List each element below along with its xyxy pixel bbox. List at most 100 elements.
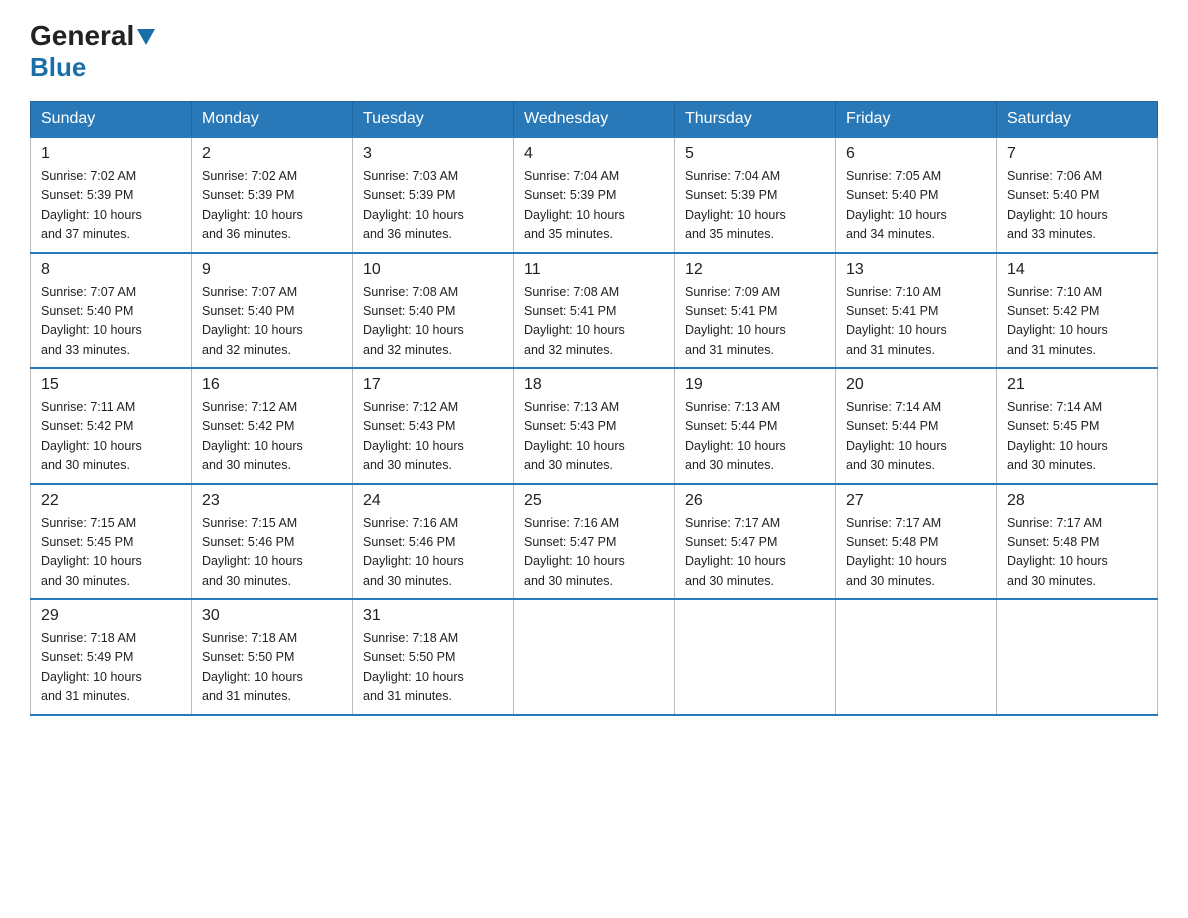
day-cell: 18 Sunrise: 7:13 AMSunset: 5:43 PMDaylig… [514, 368, 675, 484]
day-info: Sunrise: 7:17 AMSunset: 5:48 PMDaylight:… [846, 514, 986, 592]
day-number: 26 [685, 492, 825, 510]
day-number: 15 [41, 376, 181, 394]
day-cell: 8 Sunrise: 7:07 AMSunset: 5:40 PMDayligh… [31, 253, 192, 369]
logo: General Blue [30, 20, 155, 83]
day-cell: 12 Sunrise: 7:09 AMSunset: 5:41 PMDaylig… [675, 253, 836, 369]
day-number: 21 [1007, 376, 1147, 394]
day-number: 25 [524, 492, 664, 510]
col-header-wednesday: Wednesday [514, 102, 675, 138]
day-cell [997, 599, 1158, 715]
day-cell: 5 Sunrise: 7:04 AMSunset: 5:39 PMDayligh… [675, 137, 836, 253]
day-cell: 28 Sunrise: 7:17 AMSunset: 5:48 PMDaylig… [997, 484, 1158, 600]
day-number: 12 [685, 261, 825, 279]
logo-general: General [30, 20, 155, 52]
day-cell: 16 Sunrise: 7:12 AMSunset: 5:42 PMDaylig… [192, 368, 353, 484]
day-cell: 1 Sunrise: 7:02 AMSunset: 5:39 PMDayligh… [31, 137, 192, 253]
day-info: Sunrise: 7:07 AMSunset: 5:40 PMDaylight:… [202, 283, 342, 361]
day-cell: 9 Sunrise: 7:07 AMSunset: 5:40 PMDayligh… [192, 253, 353, 369]
day-cell: 15 Sunrise: 7:11 AMSunset: 5:42 PMDaylig… [31, 368, 192, 484]
calendar-table: SundayMondayTuesdayWednesdayThursdayFrid… [30, 101, 1158, 716]
day-number: 2 [202, 145, 342, 163]
col-header-friday: Friday [836, 102, 997, 138]
day-info: Sunrise: 7:08 AMSunset: 5:41 PMDaylight:… [524, 283, 664, 361]
day-cell: 3 Sunrise: 7:03 AMSunset: 5:39 PMDayligh… [353, 137, 514, 253]
day-cell: 17 Sunrise: 7:12 AMSunset: 5:43 PMDaylig… [353, 368, 514, 484]
day-cell: 14 Sunrise: 7:10 AMSunset: 5:42 PMDaylig… [997, 253, 1158, 369]
day-number: 20 [846, 376, 986, 394]
day-number: 30 [202, 607, 342, 625]
day-info: Sunrise: 7:10 AMSunset: 5:41 PMDaylight:… [846, 283, 986, 361]
day-number: 14 [1007, 261, 1147, 279]
day-info: Sunrise: 7:14 AMSunset: 5:45 PMDaylight:… [1007, 398, 1147, 476]
day-info: Sunrise: 7:14 AMSunset: 5:44 PMDaylight:… [846, 398, 986, 476]
day-cell: 7 Sunrise: 7:06 AMSunset: 5:40 PMDayligh… [997, 137, 1158, 253]
day-number: 13 [846, 261, 986, 279]
col-header-thursday: Thursday [675, 102, 836, 138]
day-number: 18 [524, 376, 664, 394]
logo-arrow-icon [137, 32, 155, 50]
day-cell: 30 Sunrise: 7:18 AMSunset: 5:50 PMDaylig… [192, 599, 353, 715]
day-info: Sunrise: 7:09 AMSunset: 5:41 PMDaylight:… [685, 283, 825, 361]
day-number: 8 [41, 261, 181, 279]
day-cell: 29 Sunrise: 7:18 AMSunset: 5:49 PMDaylig… [31, 599, 192, 715]
col-header-saturday: Saturday [997, 102, 1158, 138]
day-info: Sunrise: 7:18 AMSunset: 5:50 PMDaylight:… [363, 629, 503, 707]
day-cell [675, 599, 836, 715]
day-info: Sunrise: 7:06 AMSunset: 5:40 PMDaylight:… [1007, 167, 1147, 245]
day-info: Sunrise: 7:03 AMSunset: 5:39 PMDaylight:… [363, 167, 503, 245]
day-number: 24 [363, 492, 503, 510]
day-number: 17 [363, 376, 503, 394]
week-row-3: 15 Sunrise: 7:11 AMSunset: 5:42 PMDaylig… [31, 368, 1158, 484]
col-header-tuesday: Tuesday [353, 102, 514, 138]
day-info: Sunrise: 7:13 AMSunset: 5:44 PMDaylight:… [685, 398, 825, 476]
col-header-monday: Monday [192, 102, 353, 138]
day-number: 16 [202, 376, 342, 394]
week-row-2: 8 Sunrise: 7:07 AMSunset: 5:40 PMDayligh… [31, 253, 1158, 369]
day-info: Sunrise: 7:02 AMSunset: 5:39 PMDaylight:… [202, 167, 342, 245]
day-cell: 25 Sunrise: 7:16 AMSunset: 5:47 PMDaylig… [514, 484, 675, 600]
day-info: Sunrise: 7:05 AMSunset: 5:40 PMDaylight:… [846, 167, 986, 245]
day-info: Sunrise: 7:10 AMSunset: 5:42 PMDaylight:… [1007, 283, 1147, 361]
day-cell: 21 Sunrise: 7:14 AMSunset: 5:45 PMDaylig… [997, 368, 1158, 484]
day-info: Sunrise: 7:16 AMSunset: 5:46 PMDaylight:… [363, 514, 503, 592]
day-number: 29 [41, 607, 181, 625]
day-info: Sunrise: 7:16 AMSunset: 5:47 PMDaylight:… [524, 514, 664, 592]
day-info: Sunrise: 7:18 AMSunset: 5:49 PMDaylight:… [41, 629, 181, 707]
day-cell [836, 599, 997, 715]
day-number: 23 [202, 492, 342, 510]
day-cell: 22 Sunrise: 7:15 AMSunset: 5:45 PMDaylig… [31, 484, 192, 600]
day-number: 11 [524, 261, 664, 279]
day-info: Sunrise: 7:13 AMSunset: 5:43 PMDaylight:… [524, 398, 664, 476]
day-number: 3 [363, 145, 503, 163]
day-cell: 11 Sunrise: 7:08 AMSunset: 5:41 PMDaylig… [514, 253, 675, 369]
day-info: Sunrise: 7:12 AMSunset: 5:43 PMDaylight:… [363, 398, 503, 476]
day-cell: 24 Sunrise: 7:16 AMSunset: 5:46 PMDaylig… [353, 484, 514, 600]
day-info: Sunrise: 7:04 AMSunset: 5:39 PMDaylight:… [685, 167, 825, 245]
day-cell: 23 Sunrise: 7:15 AMSunset: 5:46 PMDaylig… [192, 484, 353, 600]
day-info: Sunrise: 7:08 AMSunset: 5:40 PMDaylight:… [363, 283, 503, 361]
day-cell: 4 Sunrise: 7:04 AMSunset: 5:39 PMDayligh… [514, 137, 675, 253]
day-info: Sunrise: 7:15 AMSunset: 5:46 PMDaylight:… [202, 514, 342, 592]
day-info: Sunrise: 7:18 AMSunset: 5:50 PMDaylight:… [202, 629, 342, 707]
day-number: 31 [363, 607, 503, 625]
day-cell [514, 599, 675, 715]
day-number: 6 [846, 145, 986, 163]
day-cell: 2 Sunrise: 7:02 AMSunset: 5:39 PMDayligh… [192, 137, 353, 253]
day-cell: 31 Sunrise: 7:18 AMSunset: 5:50 PMDaylig… [353, 599, 514, 715]
day-info: Sunrise: 7:15 AMSunset: 5:45 PMDaylight:… [41, 514, 181, 592]
day-info: Sunrise: 7:17 AMSunset: 5:47 PMDaylight:… [685, 514, 825, 592]
day-cell: 13 Sunrise: 7:10 AMSunset: 5:41 PMDaylig… [836, 253, 997, 369]
day-cell: 19 Sunrise: 7:13 AMSunset: 5:44 PMDaylig… [675, 368, 836, 484]
day-cell: 20 Sunrise: 7:14 AMSunset: 5:44 PMDaylig… [836, 368, 997, 484]
day-number: 27 [846, 492, 986, 510]
day-number: 5 [685, 145, 825, 163]
day-info: Sunrise: 7:07 AMSunset: 5:40 PMDaylight:… [41, 283, 181, 361]
col-header-sunday: Sunday [31, 102, 192, 138]
day-cell: 26 Sunrise: 7:17 AMSunset: 5:47 PMDaylig… [675, 484, 836, 600]
day-number: 4 [524, 145, 664, 163]
day-number: 19 [685, 376, 825, 394]
week-row-4: 22 Sunrise: 7:15 AMSunset: 5:45 PMDaylig… [31, 484, 1158, 600]
day-cell: 27 Sunrise: 7:17 AMSunset: 5:48 PMDaylig… [836, 484, 997, 600]
day-number: 22 [41, 492, 181, 510]
day-info: Sunrise: 7:02 AMSunset: 5:39 PMDaylight:… [41, 167, 181, 245]
